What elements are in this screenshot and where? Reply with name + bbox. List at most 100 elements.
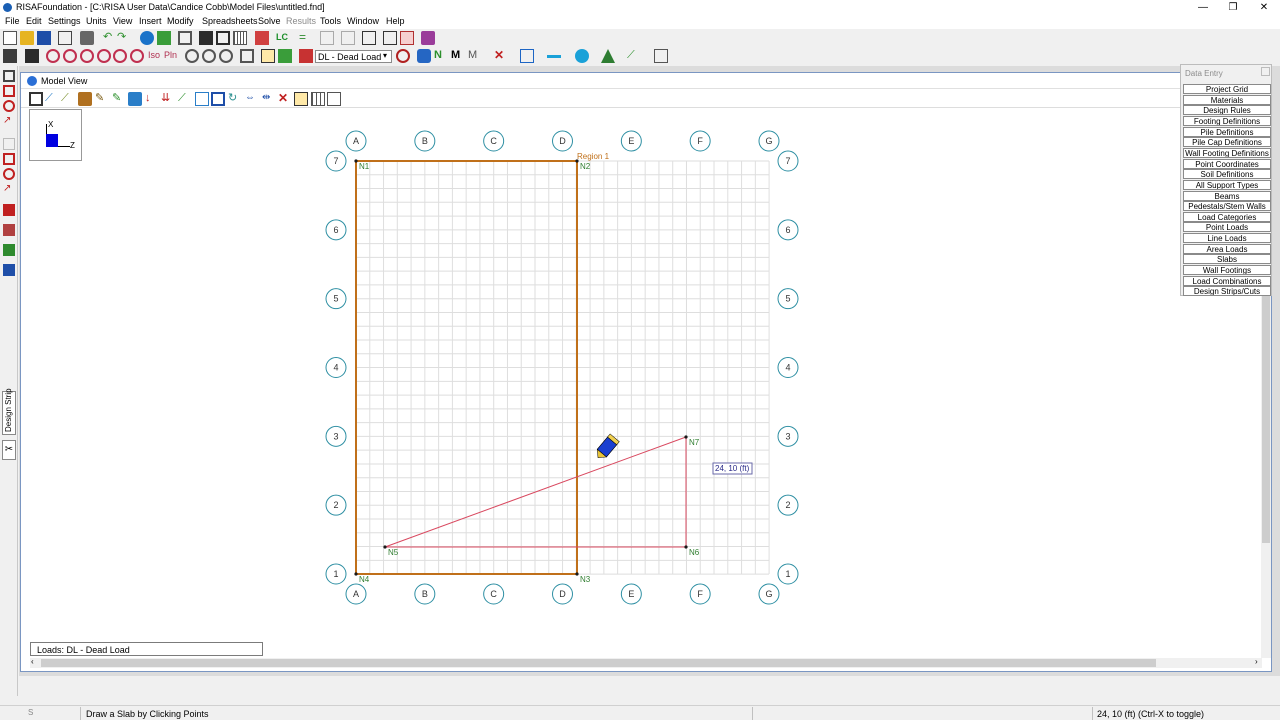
grid-icon[interactable] (520, 49, 534, 63)
menu-tools[interactable]: Tools (320, 16, 341, 26)
lasso-icon[interactable] (3, 100, 15, 112)
data-entry-button[interactable]: All Support Types (1183, 179, 1271, 190)
data-entry-button[interactable]: Load Combinations (1183, 275, 1271, 286)
polygon-unselect-icon[interactable] (3, 168, 15, 180)
plan-view-button[interactable]: Pln (164, 50, 177, 60)
criteria-icon[interactable] (3, 224, 15, 236)
zoom-out-icon[interactable] (202, 49, 216, 63)
menu-results[interactable]: Results (286, 16, 316, 26)
rotate-z-neg-icon[interactable] (130, 49, 144, 63)
rotate-x-icon[interactable] (46, 49, 60, 63)
line-unselect-icon[interactable]: ↗ (3, 183, 15, 195)
unselect-icon[interactable] (3, 85, 15, 97)
scroll-right-icon[interactable]: › (1255, 657, 1258, 666)
menu-edit[interactable]: Edit (26, 16, 42, 26)
iso-view-button[interactable]: Iso (148, 50, 160, 60)
solve-icon[interactable] (255, 31, 269, 45)
horizontal-scroll-thumb[interactable] (41, 659, 1156, 667)
lc-label[interactable]: LC (276, 32, 288, 42)
select-icon[interactable] (3, 70, 15, 82)
invert-icon[interactable] (3, 204, 15, 216)
save-icon[interactable] (37, 31, 51, 45)
line-draw-icon[interactable]: ⟋ (627, 49, 641, 63)
camera-icon[interactable] (3, 49, 17, 63)
moment-dropdown-icon[interactable]: M (468, 49, 482, 63)
data-entry-button[interactable]: Design Strips/Cuts (1183, 286, 1271, 297)
open-folder-icon[interactable] (20, 31, 34, 45)
data-entry-button[interactable]: Pedestals/Stem Walls (1183, 201, 1271, 212)
globe-icon[interactable] (140, 31, 154, 45)
data-entry-button[interactable]: Soil Definitions (1183, 169, 1271, 180)
box-unselect-icon[interactable] (3, 153, 15, 165)
graphics-icon[interactable] (157, 31, 171, 45)
data-entry-button[interactable]: Point Coordinates (1183, 158, 1271, 169)
data-entry-button[interactable]: Project Grid (1183, 84, 1271, 94)
dimension-icon[interactable] (654, 49, 668, 63)
save-selection-icon[interactable] (3, 244, 15, 256)
menu-modify[interactable]: Modify (167, 16, 194, 26)
draw-icon[interactable] (278, 49, 292, 63)
zoom-in-icon[interactable] (185, 49, 199, 63)
data-entry-close-icon[interactable] (1261, 67, 1270, 76)
menu-help[interactable]: Help (386, 16, 405, 26)
data-entry-button[interactable]: Point Loads (1183, 222, 1271, 233)
minimize-button[interactable]: — (1188, 0, 1218, 15)
close-button[interactable]: ✕ (1249, 0, 1279, 15)
stop-icon[interactable] (396, 49, 410, 63)
scroll-left-icon[interactable]: ‹ (31, 657, 34, 666)
rotate-x-neg-icon[interactable] (97, 49, 111, 63)
lock-icon[interactable] (3, 264, 15, 276)
new-file-icon[interactable] (3, 31, 17, 45)
footing-icon[interactable] (417, 49, 431, 63)
node-point[interactable] (684, 435, 688, 439)
disabled-icon-2[interactable] (341, 31, 355, 45)
design-icon[interactable] (421, 31, 435, 45)
disabled-icon[interactable] (320, 31, 334, 45)
menu-file[interactable]: File (5, 16, 20, 26)
rotate-y-icon[interactable] (63, 49, 77, 63)
table-icon[interactable] (216, 31, 230, 45)
rotate-z-icon[interactable] (80, 49, 94, 63)
drawing-canvas[interactable]: A A B B C C D D E E F F G G 7 7 6 6 5 5 4 4 3 3 2 2 1 1 Region 1 N1 N2… (21, 73, 1261, 643)
moment-icon[interactable]: M (451, 49, 465, 63)
line-style-icon[interactable] (547, 49, 561, 58)
support-icon[interactable] (601, 49, 615, 63)
menu-solve[interactable]: Solve (258, 16, 281, 26)
menu-insert[interactable]: Insert (139, 16, 162, 26)
menu-view[interactable]: View (113, 16, 132, 26)
spreadsheet-icon[interactable] (199, 31, 213, 45)
data-entry-button[interactable]: Design Rules (1183, 105, 1271, 116)
tools-tab-icon[interactable]: ✂ (2, 440, 16, 460)
menu-spreadsheets[interactable]: Spreadsheets (202, 16, 258, 26)
node-point[interactable] (684, 545, 688, 549)
equals-icon[interactable]: = (299, 31, 313, 45)
node-point[interactable] (354, 572, 358, 576)
zoom-box-icon[interactable] (219, 49, 233, 63)
data-entry-button[interactable]: Pile Definitions (1183, 126, 1271, 137)
data-entry-button[interactable]: Wall Footings (1183, 265, 1271, 276)
node-point[interactable] (575, 159, 579, 163)
data-entry-button[interactable]: Pile Cap Definitions (1183, 137, 1271, 148)
restore-button[interactable]: ❐ (1218, 0, 1248, 15)
node-icon[interactable]: N (434, 49, 448, 63)
zoom-select-icon[interactable] (362, 31, 376, 45)
data-entry-button[interactable]: Materials (1183, 94, 1271, 105)
menu-units[interactable]: Units (86, 16, 107, 26)
data-entry-button[interactable]: Footing Definitions (1183, 115, 1271, 126)
print-icon[interactable] (80, 31, 94, 45)
results-icon[interactable] (400, 31, 414, 45)
window-icon[interactable] (178, 31, 192, 45)
undo-icon[interactable]: ↶ (103, 31, 117, 45)
edit-icon[interactable] (261, 49, 275, 63)
delete-icon[interactable]: ✕ (494, 49, 508, 63)
full-view-icon[interactable] (240, 49, 254, 63)
menu-window[interactable]: Window (347, 16, 379, 26)
redo-icon[interactable]: ↷ (117, 31, 131, 45)
node-point[interactable] (383, 545, 387, 549)
data-entry-button[interactable]: Wall Footing Definitions (1183, 147, 1271, 158)
columns-icon[interactable] (233, 31, 247, 45)
menu-settings[interactable]: Settings (48, 16, 81, 26)
load-case-icon[interactable] (299, 49, 313, 63)
rotate-y-neg-icon[interactable] (113, 49, 127, 63)
load-case-select[interactable]: DL - Dead Load ▾ (315, 50, 392, 63)
